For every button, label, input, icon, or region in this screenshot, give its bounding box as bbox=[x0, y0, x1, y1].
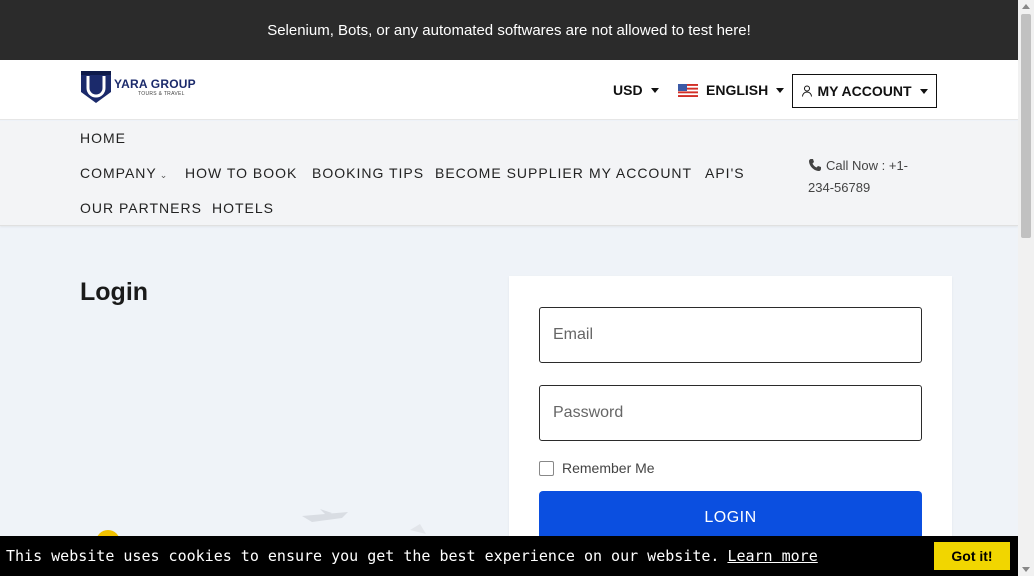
nav-item-company-label: COMPANY bbox=[80, 165, 157, 181]
my-account-button[interactable]: MY ACCOUNT bbox=[792, 74, 937, 108]
nav-item-apis[interactable]: API'S bbox=[705, 165, 745, 181]
language-label: ENGLISH bbox=[706, 82, 769, 98]
caret-down-icon bbox=[776, 87, 785, 93]
site-header: YARA GROUP TOURS & TRAVEL USD ENGLISH MY… bbox=[0, 60, 1018, 120]
logo-tagline: TOURS & TRAVEL bbox=[138, 91, 185, 97]
yara-logo-icon bbox=[81, 71, 111, 103]
nav-item-become-supplier[interactable]: BECOME SUPPLIER bbox=[435, 165, 584, 181]
automation-warning-banner: Selenium, Bots, or any automated softwar… bbox=[0, 0, 1018, 60]
password-input[interactable] bbox=[539, 385, 922, 441]
nav-item-booking-tips[interactable]: BOOKING TIPS bbox=[312, 165, 424, 181]
page-scrollbar[interactable] bbox=[1018, 0, 1034, 576]
phone-icon bbox=[809, 159, 821, 171]
cookie-consent-bar: This website uses cookies to ensure you … bbox=[0, 536, 1018, 576]
caret-down-icon bbox=[919, 88, 928, 94]
nav-item-hotels[interactable]: HOTELS bbox=[212, 200, 274, 216]
banner-text: Selenium, Bots, or any automated softwar… bbox=[267, 21, 751, 39]
login-card: Remember Me LOGIN bbox=[509, 276, 952, 576]
page-title: Login bbox=[80, 278, 149, 306]
email-input[interactable] bbox=[539, 307, 922, 363]
caret-down-icon bbox=[650, 87, 659, 93]
cookie-text: This website uses cookies to ensure you … bbox=[6, 547, 720, 565]
main-nav: HOME COMPANY ⌄ HOW TO BOOK BOOKING TIPS B… bbox=[0, 121, 1018, 226]
call-now[interactable]: Call Now : +1-234-56789 bbox=[808, 155, 928, 199]
decorative-illustration bbox=[96, 509, 426, 540]
logo-name: YARA GROUP bbox=[114, 77, 196, 91]
user-icon bbox=[802, 85, 813, 97]
scroll-up-icon[interactable] bbox=[1022, 4, 1030, 9]
remember-me-checkbox[interactable] bbox=[539, 460, 554, 476]
scroll-down-icon[interactable] bbox=[1022, 567, 1030, 572]
call-now-text: Call Now : +1-234-56789 bbox=[808, 158, 908, 195]
my-account-label: MY ACCOUNT bbox=[817, 83, 912, 99]
currency-dropdown[interactable]: USD bbox=[613, 82, 659, 98]
scrollbar-thumb[interactable] bbox=[1021, 14, 1031, 238]
got-it-button[interactable]: Got it! bbox=[934, 542, 1010, 570]
nav-item-company[interactable]: COMPANY ⌄ bbox=[80, 165, 168, 181]
nav-item-home[interactable]: HOME bbox=[80, 130, 126, 146]
learn-more-link[interactable]: Learn more bbox=[727, 547, 817, 565]
nav-item-our-partners[interactable]: OUR PARTNERS bbox=[80, 200, 202, 216]
site-logo[interactable]: YARA GROUP TOURS & TRAVEL bbox=[80, 70, 196, 104]
us-flag-icon bbox=[678, 83, 698, 97]
remember-me[interactable]: Remember Me bbox=[539, 460, 655, 476]
nav-item-how-to-book[interactable]: HOW TO BOOK bbox=[185, 165, 297, 181]
remember-me-label: Remember Me bbox=[562, 460, 655, 476]
currency-label: USD bbox=[613, 82, 643, 98]
nav-item-my-account[interactable]: MY ACCOUNT bbox=[589, 165, 692, 181]
chevron-down-icon: ⌄ bbox=[159, 170, 169, 180]
language-dropdown[interactable]: ENGLISH bbox=[678, 82, 785, 98]
